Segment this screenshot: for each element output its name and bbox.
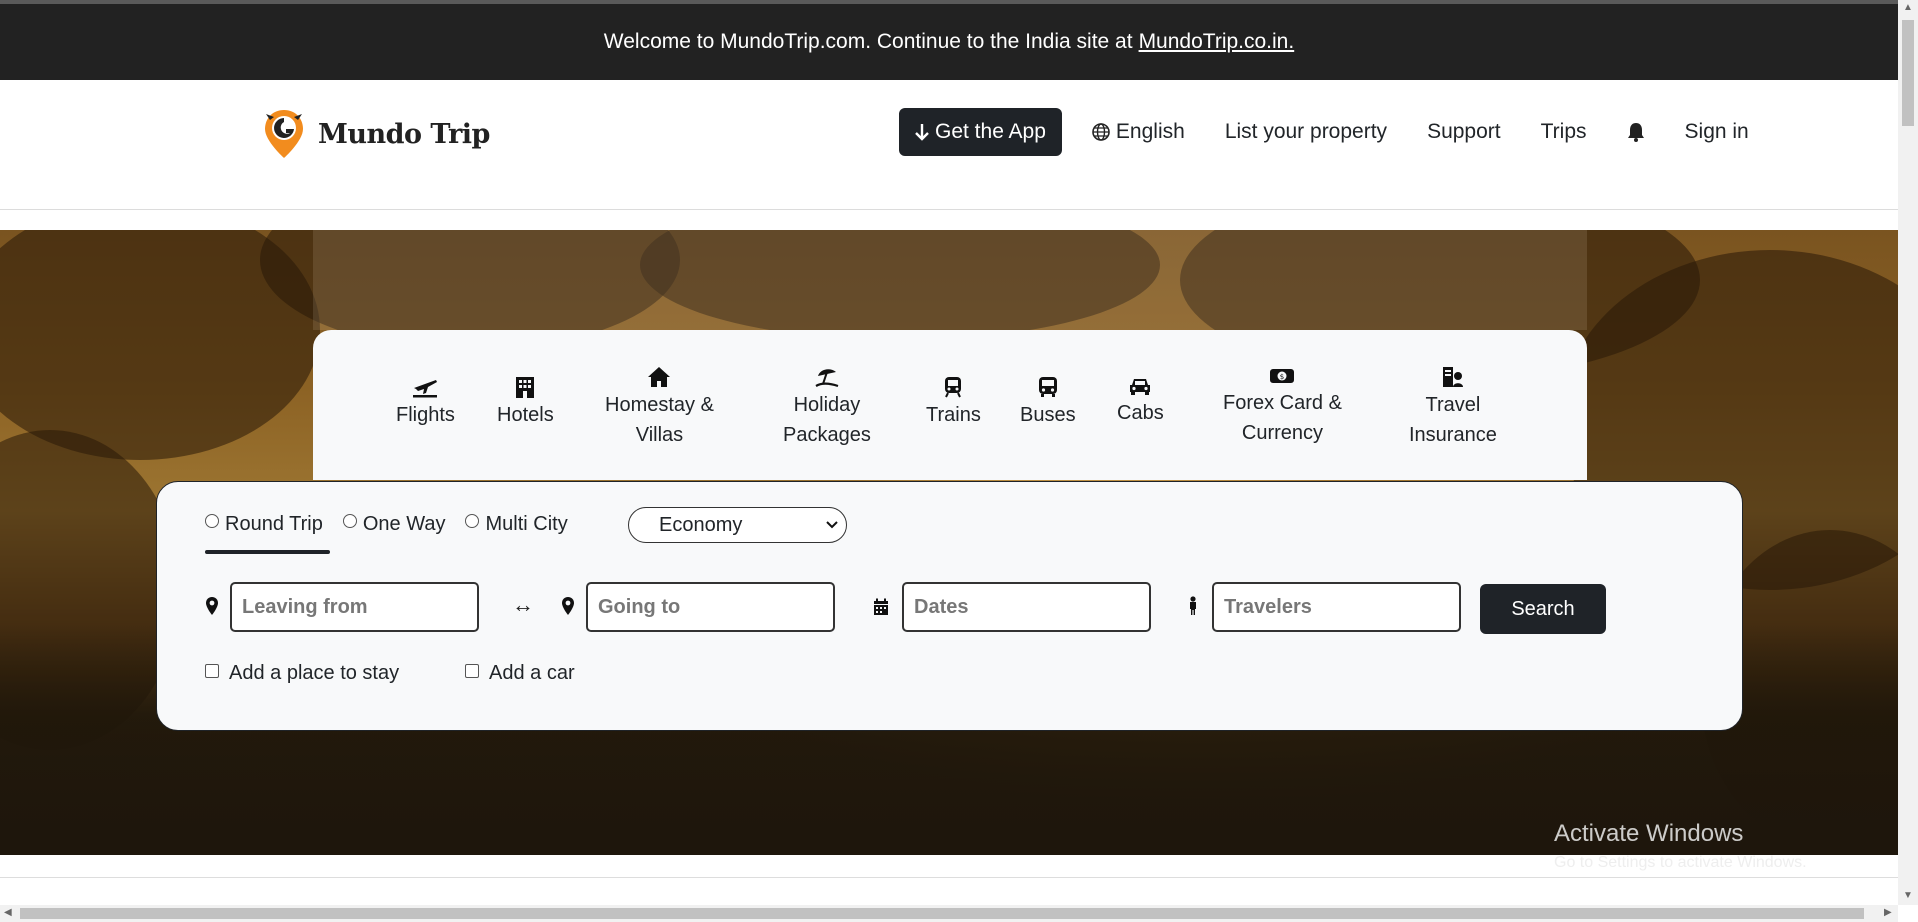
watermark-subtitle: Go to Settings to activate Windows. [1554,854,1807,871]
tab-hotels[interactable]: Hotels [497,376,554,430]
divider [0,877,1898,878]
tab-trains[interactable]: Trains [926,376,981,430]
language-selector[interactable]: English [1092,120,1185,144]
vertical-scroll-thumb[interactable] [1902,20,1914,126]
leaving-from-input[interactable]: Leaving from [230,582,479,632]
radio-circle [342,514,357,528]
add-car-label: Add a car [489,662,575,684]
tab-cabs[interactable]: Cabs [1117,376,1164,428]
location-pin-icon [206,597,218,615]
get-app-button[interactable]: Get the App [899,108,1062,156]
tab-homestay-label-2: Villas [635,424,684,446]
multi-city-label: Multi City [485,512,568,535]
tab-buses[interactable]: Buses [1020,376,1076,430]
scroll-right-icon[interactable]: ▶ [1884,907,1892,918]
train-icon [945,377,962,398]
tab-homestay-label-1: Homestay & [605,394,714,416]
brand-name: Mundo Trip [318,118,490,150]
scroll-left-icon[interactable]: ◀ [4,907,12,918]
car-icon [1130,379,1151,395]
money-icon: $ [1270,369,1295,383]
tab-flights[interactable]: Flights [396,376,455,430]
going-to-input[interactable]: Going to [586,582,835,632]
vertical-scrollbar[interactable] [1898,0,1918,905]
announcement-bar: Welcome to MundoTrip.com. Continue to th… [0,4,1898,80]
tab-hotels-label: Hotels [497,404,554,426]
one-way-label: One Way [362,512,446,535]
checkbox-box [465,663,479,678]
add-stay-checkbox[interactable]: Add a place to stay [205,662,399,685]
active-trip-type-indicator [205,550,330,554]
plane-icon [413,380,438,398]
page: Welcome to MundoTrip.com. Continue to th… [0,0,1918,922]
beach-umbrella-icon [815,369,839,388]
round-trip-radio[interactable]: Round Trip [205,513,323,536]
bus-icon [1038,377,1057,397]
search-button[interactable]: Search [1480,584,1606,634]
travelers-input[interactable]: Travelers [1212,582,1461,632]
cabin-class-value: Economy [659,513,743,536]
tab-insurance-label-2: Insurance [1409,424,1497,446]
person-icon [1190,596,1196,615]
list-property-link[interactable]: List your property [1225,120,1387,144]
globe-icon [1092,123,1110,141]
watermark-title: Activate Windows [1554,820,1744,847]
india-site-link[interactable]: MundoTrip.co.in. [1139,30,1295,54]
tab-insurance-label-1: Travel [1425,394,1481,416]
site-header: Mundo Trip Get the App English List your… [0,80,1898,210]
tab-trains-label: Trains [926,404,981,426]
horizontal-scroll-thumb[interactable] [20,908,1864,919]
tab-forex-label-1: Forex Card & [1223,392,1342,414]
tab-homestay[interactable]: Homestay & Villas [605,366,714,450]
tab-forex-label-2: Currency [1241,422,1324,444]
dates-input[interactable]: Dates [902,582,1151,632]
main-nav: Get the App English List your property S… [899,108,1749,156]
hero-overlay [313,230,1587,330]
insurance-icon [1442,367,1463,387]
get-app-label: Get the App [935,120,1046,143]
sign-in-link[interactable]: Sign in [1685,120,1749,144]
round-trip-label: Round Trip [225,512,323,535]
tab-holiday-label-2: Packages [783,424,871,446]
tab-travel-insurance[interactable]: Travel Insurance [1409,366,1497,450]
radio-circle [465,514,480,528]
checkbox-box [205,663,219,678]
brand-logo[interactable]: Mundo Trip [262,108,490,160]
trip-type-group: Round Trip One Way Multi City [205,504,588,544]
radio-circle [205,514,219,528]
chevron-down-icon [826,521,838,529]
one-way-radio[interactable]: One Way [342,512,446,536]
multi-city-radio[interactable]: Multi City [465,512,568,536]
tab-holiday-packages[interactable]: Holiday Packages [783,366,871,450]
tab-holiday-label-1: Holiday [793,394,861,416]
hotel-icon [516,377,535,398]
logo-pin-icon [262,108,306,160]
scroll-down-icon[interactable]: ▼ [1903,890,1913,901]
calendar-icon [874,598,888,615]
bell-icon [1627,123,1644,142]
category-tabs: Flights Hotels Homestay & Villas Holiday… [313,330,1587,480]
scroll-up-icon[interactable]: ▲ [1903,2,1913,13]
home-icon [648,367,671,387]
tab-cabs-label: Cabs [1117,402,1164,424]
notifications-button[interactable] [1627,122,1645,142]
tab-flights-label: Flights [396,404,455,426]
tab-buses-label: Buses [1020,404,1076,426]
add-stay-label: Add a place to stay [229,662,400,684]
activate-windows-watermark: Activate Windows Go to Settings to activ… [1554,820,1807,872]
arrow-down-icon [915,124,929,141]
cabin-class-select[interactable]: Economy [628,507,847,543]
trips-link[interactable]: Trips [1541,120,1587,144]
language-label: English [1115,120,1185,143]
support-link[interactable]: Support [1427,120,1501,144]
add-car-checkbox[interactable]: Add a car [465,662,575,685]
swap-locations-icon[interactable]: ↔ [512,592,534,618]
location-pin-icon [562,597,574,615]
tab-forex[interactable]: $ Forex Card & Currency [1223,366,1342,448]
svg-text:$: $ [1280,373,1284,381]
announcement-text: Welcome to MundoTrip.com. Continue to th… [603,30,1133,53]
flight-search-form: Round Trip One Way Multi City Economy Le… [156,481,1743,731]
